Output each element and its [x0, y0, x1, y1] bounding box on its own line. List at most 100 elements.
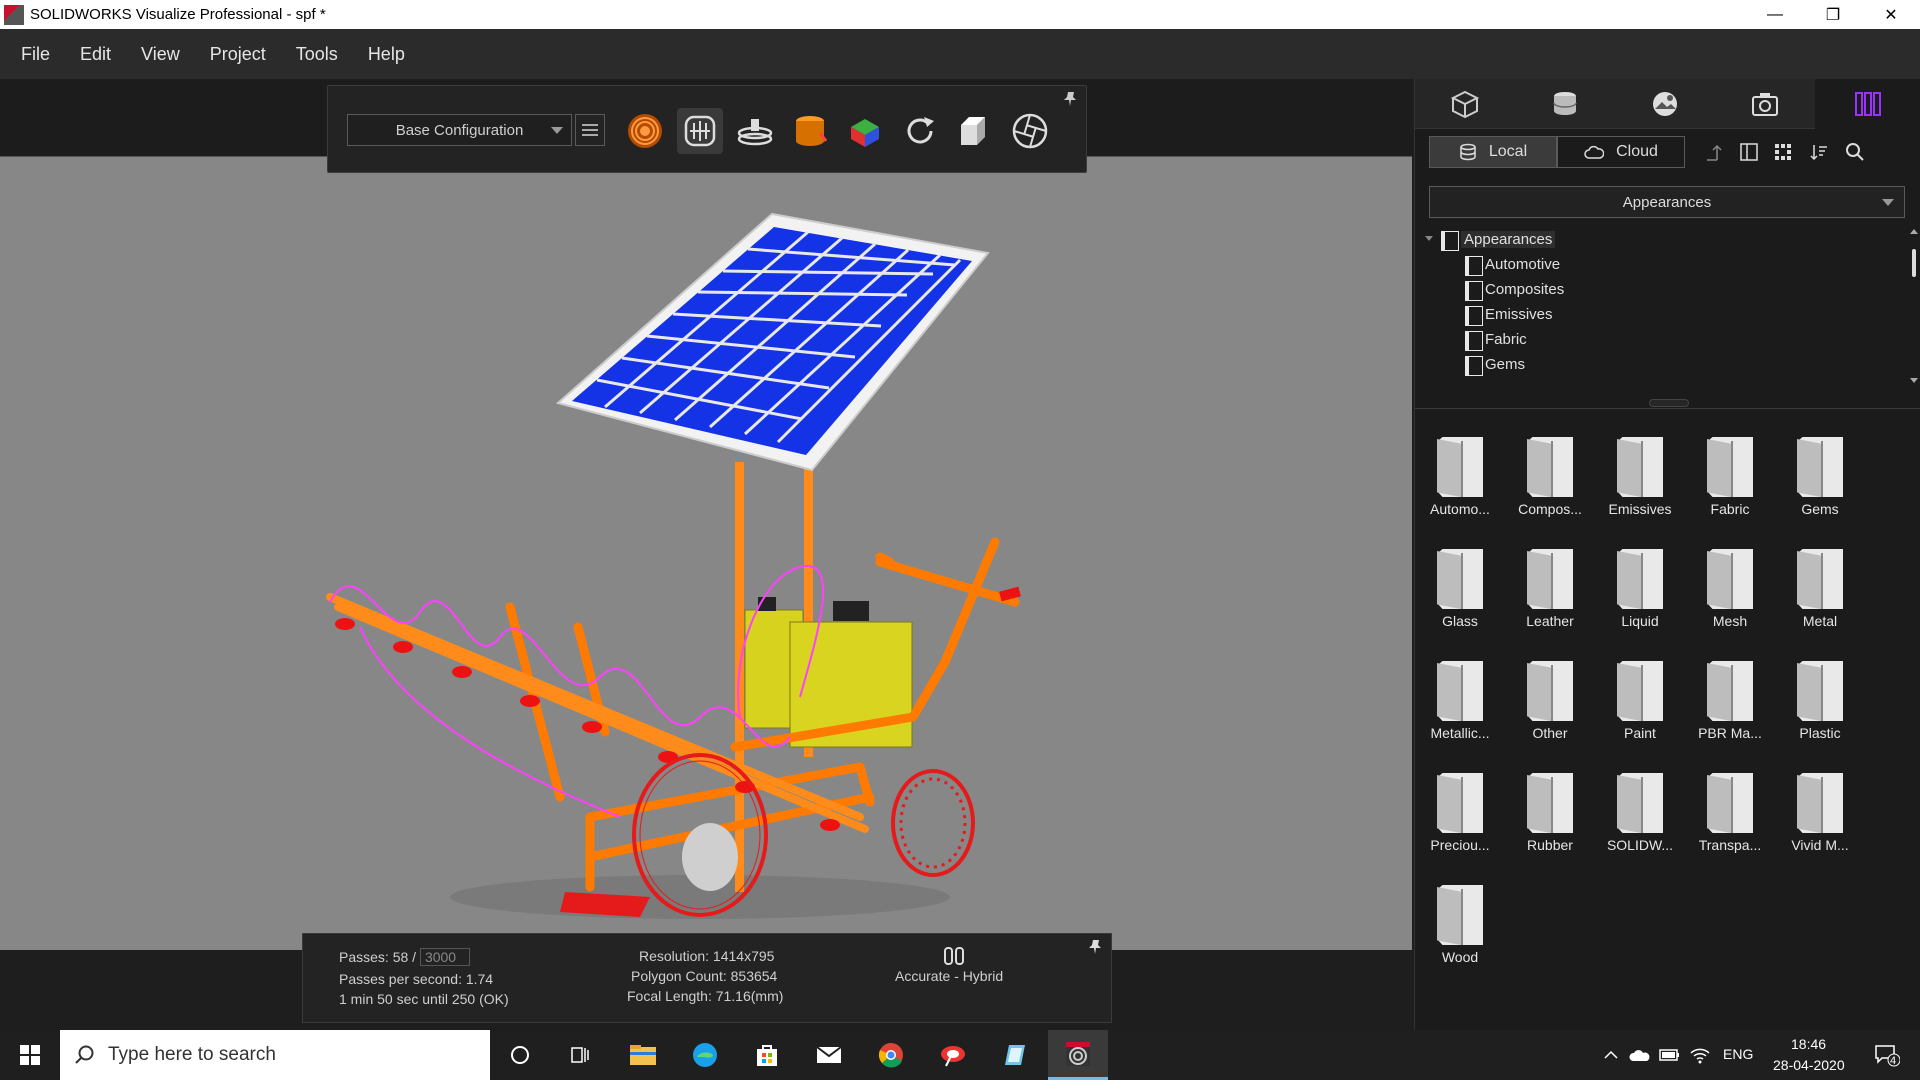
configuration-list-button[interactable] [575, 114, 605, 146]
folder-icon [1437, 885, 1483, 945]
library-category-dropdown[interactable]: Appearances [1429, 186, 1905, 218]
library-tile[interactable]: Emissives [1595, 417, 1685, 517]
database-icon [1460, 143, 1476, 161]
library-tile[interactable]: Mesh [1685, 529, 1775, 629]
tree-item-composites[interactable]: Composites [1465, 277, 1564, 302]
library-tile[interactable]: SOLIDW... [1595, 753, 1685, 853]
library-tile[interactable]: Metal [1775, 529, 1865, 629]
tree-scrollbar[interactable] [1909, 227, 1919, 385]
polygon-count: Polygon Count: 853654 [631, 968, 778, 984]
clock-time[interactable]: 18:46 [1791, 1036, 1826, 1052]
tree-item-emissives[interactable]: Emissives [1465, 302, 1553, 327]
battery-icon[interactable] [1656, 1030, 1684, 1080]
menu-help[interactable]: Help [353, 44, 420, 65]
tab-environments[interactable] [1615, 79, 1715, 129]
menu-view[interactable]: View [126, 44, 195, 65]
tray-overflow-chevron-icon[interactable] [1598, 1030, 1624, 1080]
render-mode-icon[interactable] [622, 108, 668, 154]
grid-view-icon[interactable] [1769, 138, 1797, 166]
split-view-icon[interactable] [1735, 138, 1763, 166]
app-logo-icon [4, 4, 24, 25]
appearance-bucket-icon[interactable] [787, 108, 833, 154]
tree-item-appearances[interactable]: Appearances [1441, 227, 1556, 252]
library-tile[interactable]: Liquid [1595, 529, 1685, 629]
library-tile[interactable]: Rubber [1505, 753, 1595, 853]
tree-expand-icon[interactable] [1425, 236, 1433, 241]
pin-icon[interactable] [1062, 90, 1080, 108]
menu-tools[interactable]: Tools [281, 44, 353, 65]
menu-project[interactable]: Project [195, 44, 281, 65]
select-mode-icon[interactable] [677, 108, 723, 154]
clock-date[interactable]: 28-04-2020 [1773, 1057, 1845, 1073]
library-tile[interactable]: Paint [1595, 641, 1685, 741]
notification-center-icon[interactable]: 4 [1862, 1030, 1912, 1080]
library-tile[interactable]: PBR Ma... [1685, 641, 1775, 741]
tab-cameras[interactable] [1715, 79, 1815, 129]
library-tile[interactable]: Wood [1415, 865, 1505, 965]
task-view-icon[interactable] [550, 1030, 610, 1080]
folder-icon [1437, 549, 1483, 609]
start-button[interactable] [0, 1030, 60, 1080]
local-source-button[interactable]: Local [1429, 136, 1557, 168]
mail-icon[interactable] [798, 1030, 860, 1080]
library-tile[interactable]: Glass [1415, 529, 1505, 629]
tab-libraries[interactable] [1815, 79, 1920, 129]
upload-icon[interactable] [1699, 138, 1727, 166]
menu-file[interactable]: File [6, 44, 65, 65]
sprayer-cart-model [326, 212, 1021, 919]
aperture-icon[interactable] [1007, 108, 1053, 154]
menu-edit[interactable]: Edit [65, 44, 126, 65]
folder-icon [1617, 549, 1663, 609]
minimize-button[interactable]: — [1746, 0, 1804, 29]
tree-item-gems[interactable]: Gems [1465, 352, 1525, 377]
chrome-browser-icon[interactable] [860, 1030, 922, 1080]
search-icon[interactable] [1841, 138, 1869, 166]
library-tile[interactable]: Vivid M... [1775, 753, 1865, 853]
restore-button[interactable]: ❐ [1804, 0, 1862, 29]
library-tile[interactable]: Leather [1505, 529, 1595, 629]
environment-icon [1653, 92, 1677, 116]
solidworks-icon[interactable] [922, 1030, 984, 1080]
tab-models[interactable] [1415, 79, 1515, 129]
camera-box-icon[interactable] [952, 108, 998, 154]
store-icon[interactable] [736, 1030, 798, 1080]
tree-item-fabric[interactable]: Fabric [1465, 327, 1527, 352]
cortana-icon[interactable] [490, 1030, 550, 1080]
time-remaining: 1 min 50 sec until 250 (OK) [339, 991, 509, 1007]
tree-item-automotive[interactable]: Automotive [1465, 252, 1560, 277]
folder-icon [1465, 305, 1483, 326]
resolution-readout: Resolution: 1414x795 [639, 948, 775, 964]
render-viewport[interactable] [0, 156, 1412, 950]
close-button[interactable]: ✕ [1862, 0, 1920, 29]
passes-target-input[interactable]: 3000 [419, 948, 470, 966]
library-tile[interactable]: Transpa... [1685, 753, 1775, 853]
pin-icon[interactable] [1087, 938, 1105, 956]
transform-axes-icon[interactable] [842, 108, 888, 154]
configuration-dropdown[interactable]: Base Configuration [347, 114, 572, 146]
library-tile[interactable]: Metallic... [1415, 641, 1505, 741]
library-tile[interactable]: Fabric [1685, 417, 1775, 517]
library-tile[interactable]: Other [1505, 641, 1595, 741]
folder-icon [1437, 773, 1483, 833]
solidworks-visualize-taskbar-icon[interactable] [1048, 1030, 1108, 1080]
library-tile[interactable]: Gems [1775, 417, 1865, 517]
library-tile[interactable]: Preciou... [1415, 753, 1505, 853]
taskbar-search-box[interactable]: Type here to search [60, 1030, 490, 1080]
file-explorer-icon[interactable] [612, 1030, 674, 1080]
language-indicator[interactable]: ENG [1723, 1046, 1753, 1062]
panel-splitter[interactable] [1415, 397, 1920, 409]
cloud-source-button[interactable]: Cloud [1557, 136, 1685, 168]
library-tile[interactable]: Plastic [1775, 641, 1865, 741]
turntable-icon[interactable] [732, 108, 778, 154]
wifi-icon[interactable] [1686, 1030, 1714, 1080]
sort-icon[interactable] [1805, 138, 1833, 166]
library-tile[interactable]: Automo... [1415, 417, 1505, 517]
tab-appearances[interactable] [1515, 79, 1615, 129]
cloud-label: Cloud [1616, 143, 1658, 160]
library-tile[interactable]: Compos... [1505, 417, 1595, 517]
reset-rotate-icon[interactable] [897, 108, 943, 154]
notes-app-icon[interactable] [984, 1030, 1046, 1080]
edge-browser-icon[interactable] [674, 1030, 736, 1080]
folder-icon [1617, 437, 1663, 497]
onedrive-icon[interactable] [1626, 1030, 1654, 1080]
